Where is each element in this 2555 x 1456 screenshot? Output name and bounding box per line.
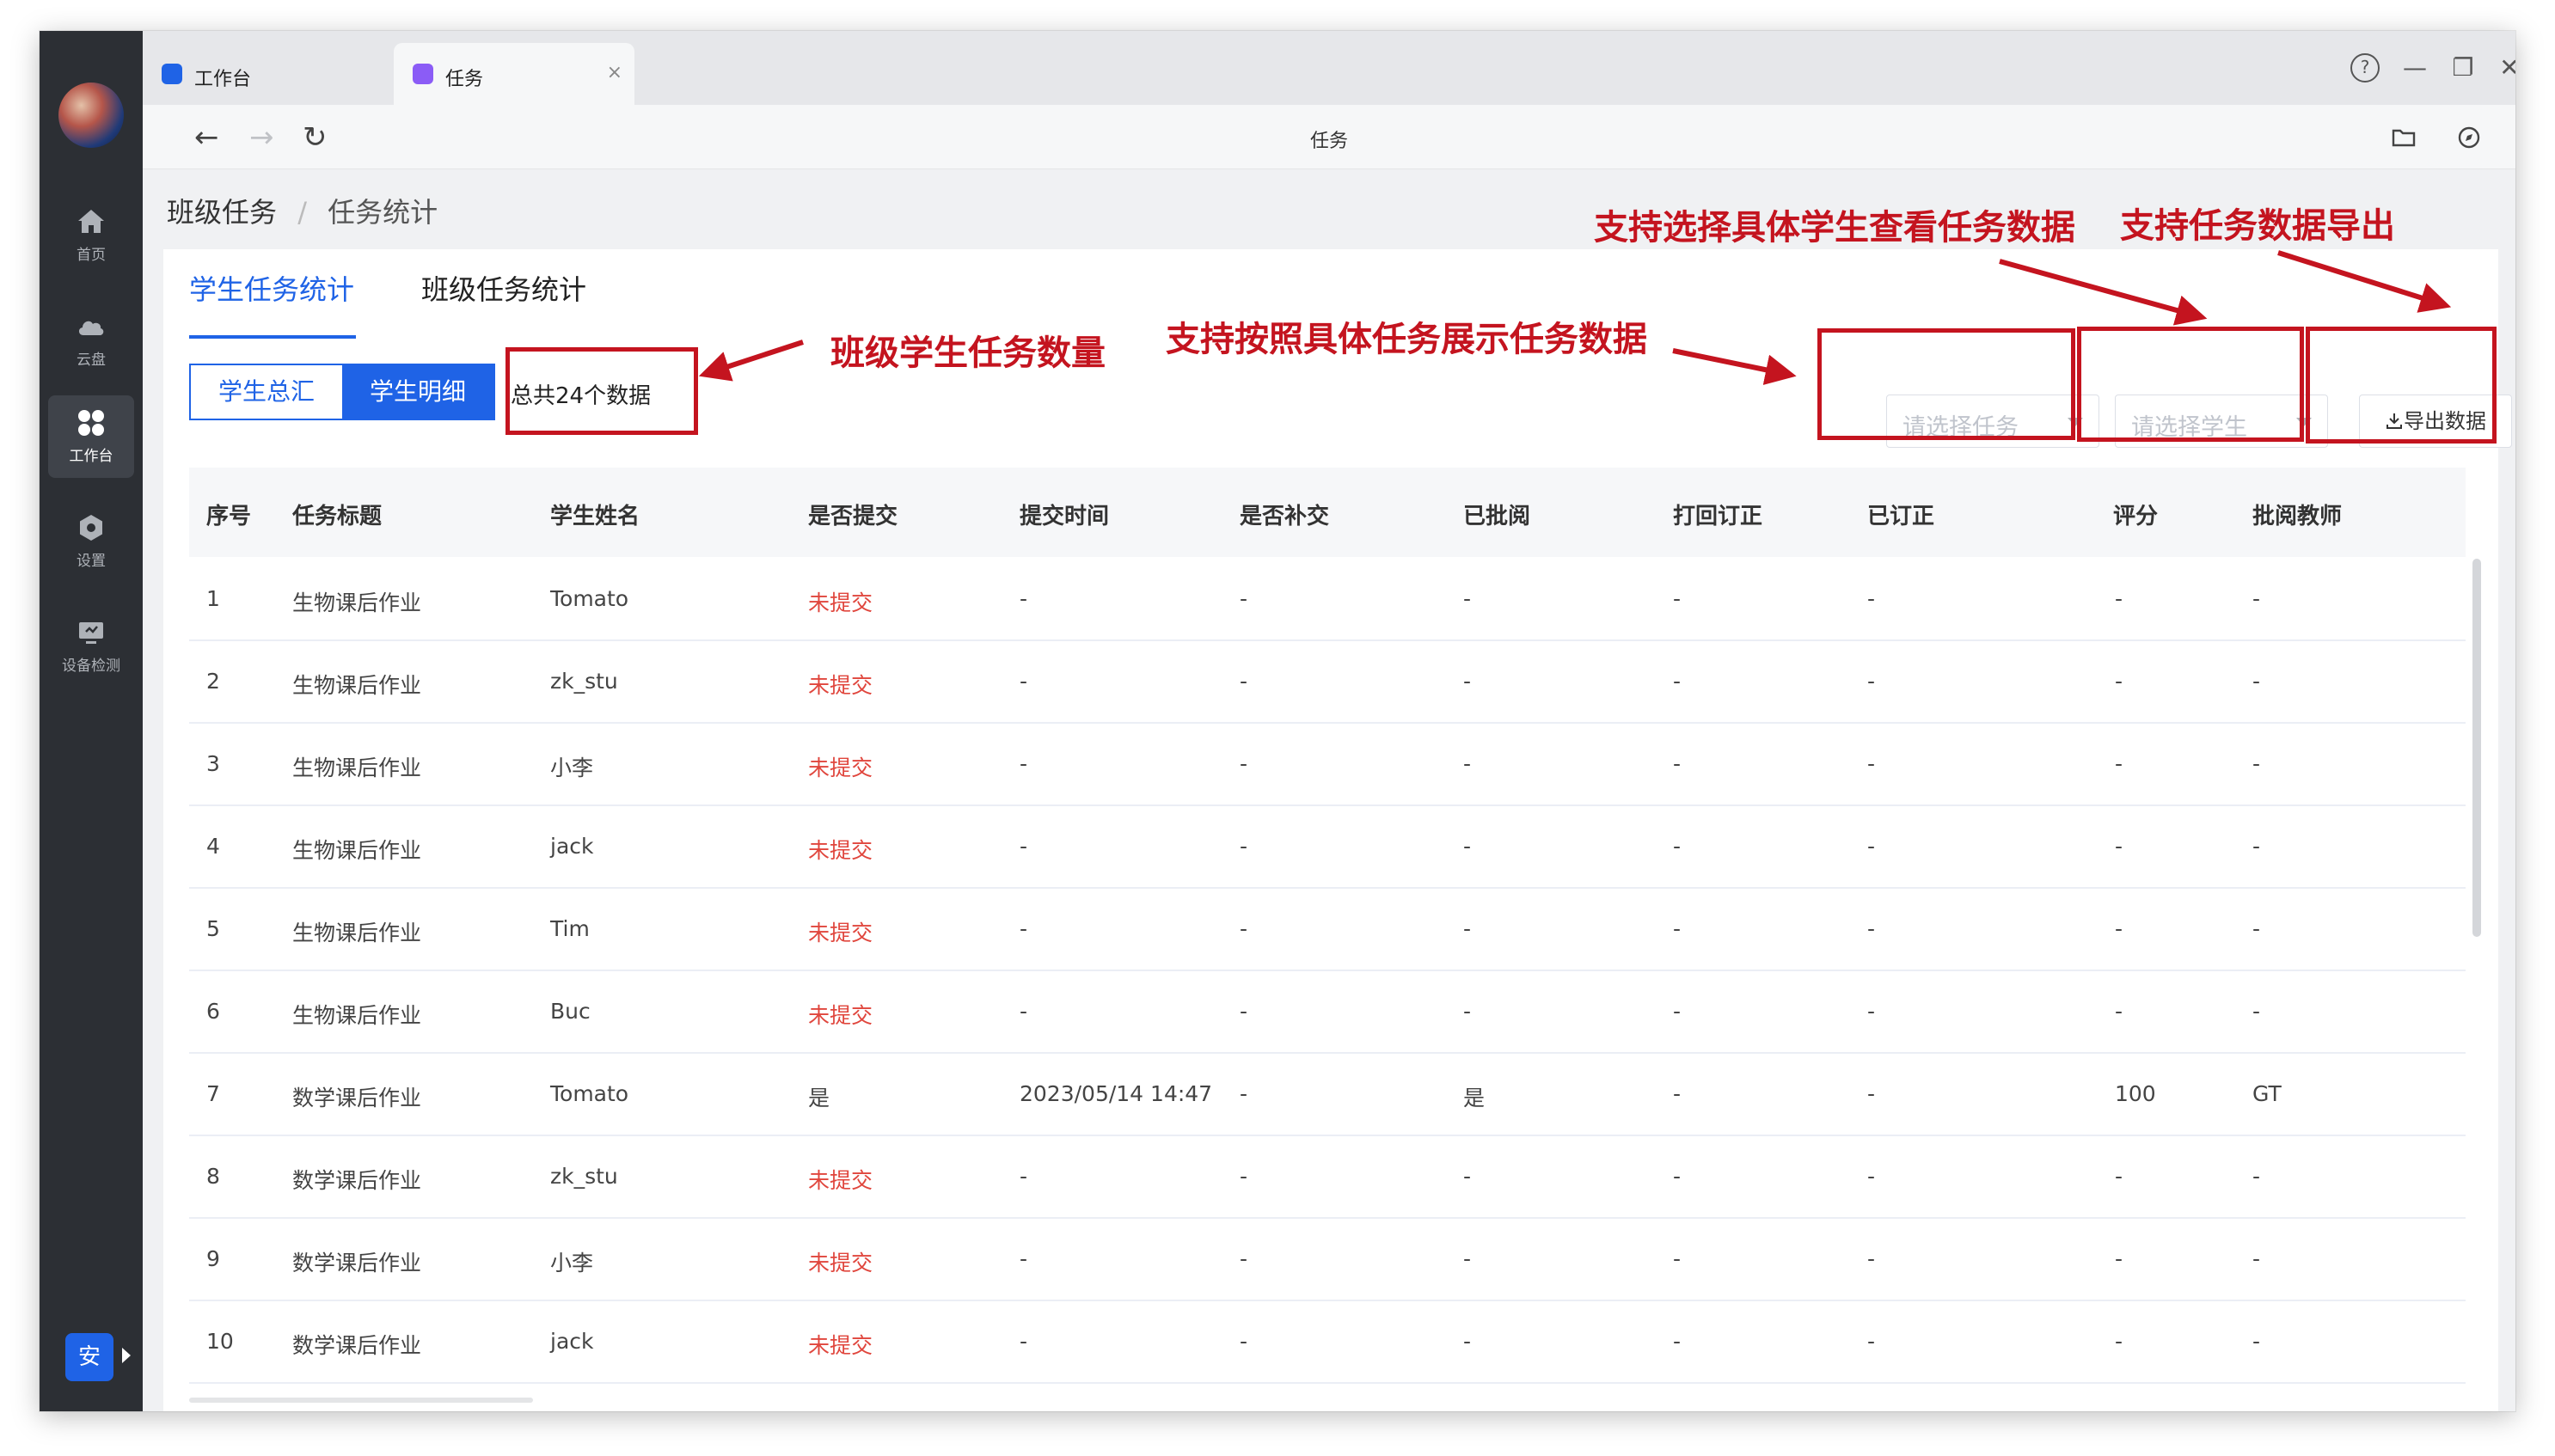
arrow-to-count	[698, 340, 804, 382]
arrow-to-export	[2277, 250, 2452, 313]
arrow-to-student-select	[1999, 259, 2208, 326]
annotation-arrows	[698, 250, 2452, 385]
arrow-to-task-select	[1672, 348, 1797, 385]
